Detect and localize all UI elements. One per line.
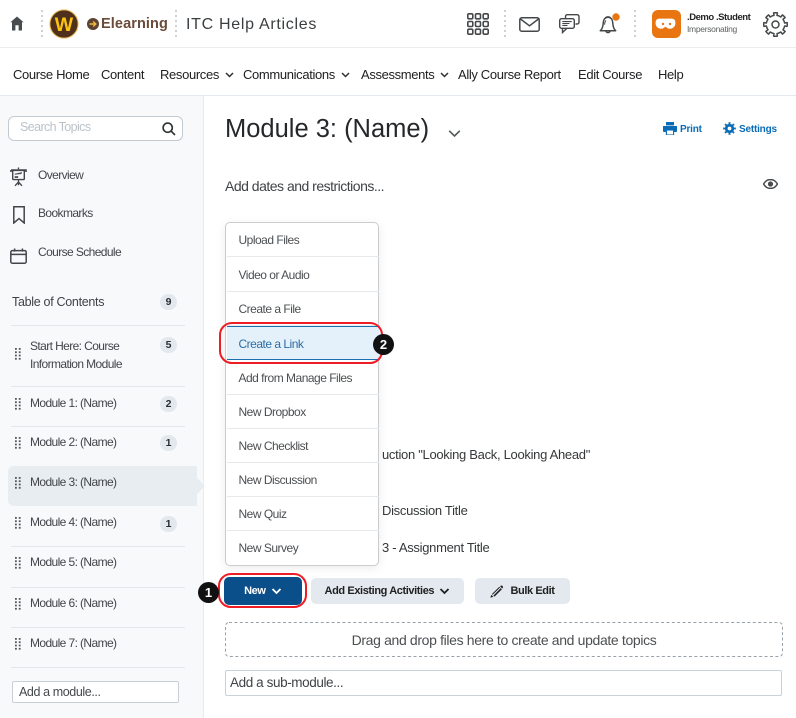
svg-text:W: W [55, 14, 74, 36]
